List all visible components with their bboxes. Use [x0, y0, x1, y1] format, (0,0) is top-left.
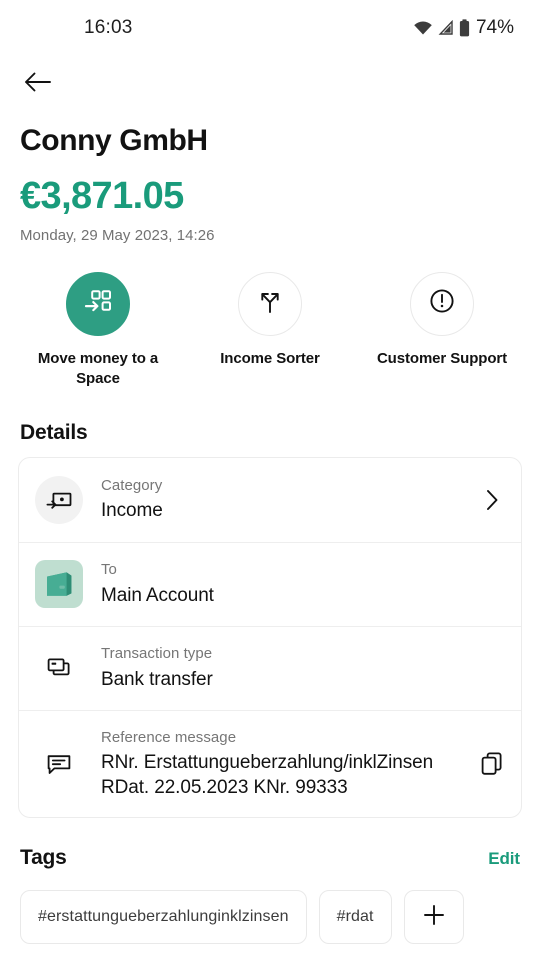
wifi-icon — [413, 20, 433, 36]
action-customer-support[interactable]: Customer Support — [356, 271, 528, 389]
signal-icon — [438, 20, 454, 36]
action-icon-circle — [238, 271, 302, 336]
detail-row-transaction-type[interactable]: Transaction type Bank transfer — [19, 625, 521, 710]
detail-row-category[interactable]: Category Income — [19, 458, 521, 542]
action-label: Income Sorter — [220, 349, 320, 367]
status-time: 16:03 — [84, 17, 133, 38]
arrow-left-icon — [24, 70, 52, 99]
tags-header: Tags Edit — [0, 818, 540, 870]
detail-value: RNr. Erstattungueberzahlung/inklZinsen R… — [101, 752, 434, 799]
add-tag-button[interactable] — [403, 890, 464, 945]
back-button[interactable] — [20, 66, 56, 102]
chevron-right-icon[interactable] — [479, 487, 505, 513]
details-card: Category Income To Main Account Transact… — [18, 456, 522, 819]
action-label: Move money to a Space — [37, 349, 159, 387]
tags-list: #erstattungueberzahlunginklzinsen #rdat — [0, 870, 540, 945]
message-bubble-icon — [35, 740, 83, 788]
action-move-money-to-space[interactable]: Move money to a Space — [12, 271, 184, 389]
detail-value: Bank transfer — [101, 668, 213, 690]
status-bar: 16:03 74% — [0, 0, 540, 56]
move-money-grid-arrow-icon — [84, 287, 112, 320]
status-indicators: 74% — [413, 17, 514, 39]
action-icon-circle — [410, 271, 474, 336]
battery-icon — [459, 19, 470, 37]
transaction-datetime: Monday, 29 May 2023, 14:26 — [20, 226, 215, 244]
details-heading: Details — [20, 420, 88, 444]
plus-icon — [422, 903, 446, 932]
cards-stack-icon — [35, 644, 83, 692]
detail-label: Category — [101, 476, 163, 494]
transaction-amount: €3,871.05 — [20, 175, 184, 217]
copy-icon[interactable] — [479, 751, 505, 777]
tags-edit-button[interactable]: Edit — [488, 849, 520, 869]
split-arrows-icon — [256, 287, 284, 320]
detail-label: Transaction type — [101, 645, 213, 663]
action-label: Customer Support — [376, 349, 508, 367]
navigation-bar — [0, 56, 540, 112]
detail-row-reference-message[interactable]: Reference message RNr. Erstattungueberza… — [19, 709, 521, 818]
action-income-sorter[interactable]: Income Sorter — [184, 271, 356, 389]
exclamation-circle-icon — [429, 288, 455, 319]
detail-value: Main Account — [101, 584, 214, 606]
quick-actions: Move money to a Space Income Sorter Cust… — [0, 244, 540, 389]
tag-chip[interactable]: #rdat — [318, 890, 392, 945]
detail-label: Reference message — [101, 728, 237, 746]
detail-label: To — [101, 561, 117, 579]
battery-percent: 74% — [475, 17, 514, 38]
detail-value: Income — [101, 500, 163, 522]
page-title: Conny GmbH — [20, 124, 208, 157]
action-icon-circle — [66, 271, 130, 336]
detail-row-to[interactable]: To Main Account — [19, 541, 521, 626]
transaction-header: Conny GmbH €3,871.05 Monday, 29 May 2023… — [0, 112, 540, 244]
tag-chip[interactable]: #erstattungueberzahlunginklzinsen — [20, 890, 307, 945]
money-in-icon — [35, 475, 83, 524]
tags-heading: Tags — [20, 846, 67, 870]
wallet-icon — [35, 560, 83, 609]
